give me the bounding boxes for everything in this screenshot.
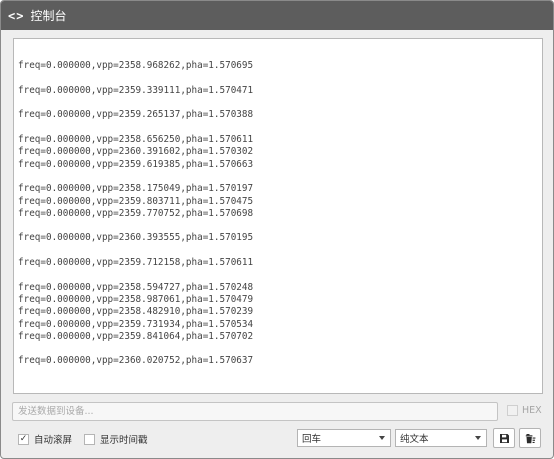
chevron-down-icon: [379, 436, 385, 440]
window-title: 控制台: [30, 9, 67, 23]
hex-label: HEX: [522, 405, 542, 416]
console-lines: freq=0.000000,vpp=2358.968262,pha=1.5706…: [14, 39, 542, 368]
console-line: freq=0.000000,vpp=2359.731934,pha=1.5705…: [18, 318, 254, 330]
code-icon: <>: [8, 8, 25, 23]
timestamp-checkbox[interactable]: [84, 433, 95, 445]
encoding-value: 纯文本: [400, 434, 429, 445]
console-line: freq=0.000000,vpp=2360.393555,pha=1.5701…: [18, 232, 254, 244]
encoding-select[interactable]: 纯文本: [395, 429, 487, 447]
auto-scroll-checkbox[interactable]: ✓: [18, 433, 29, 445]
hex-checkbox[interactable]: [507, 405, 518, 416]
console-window: <> 控制台 freq=0.000000,vpp=2358.968262,pha…: [0, 0, 554, 459]
console-line: freq=0.000000,vpp=2358.656250,pha=1.5706…: [18, 134, 254, 146]
console-line: freq=0.000000,vpp=2360.391602,pha=1.5703…: [18, 146, 254, 158]
console-line: freq=0.000000,vpp=2358.594727,pha=1.5702…: [18, 281, 254, 293]
console-line: freq=0.000000,vpp=2359.770752,pha=1.5706…: [18, 207, 254, 219]
console-line: freq=0.000000,vpp=2358.987061,pha=1.5704…: [18, 293, 254, 305]
console-line: freq=0.000000,vpp=2358.968262,pha=1.5706…: [18, 60, 254, 72]
console-line: freq=0.000000,vpp=2358.175049,pha=1.5701…: [18, 183, 254, 195]
clear-button[interactable]: [519, 428, 541, 448]
auto-scroll-label: 自动滚屏: [34, 435, 73, 446]
auto-scroll-option[interactable]: ✓ 自动滚屏: [18, 432, 72, 446]
console-output[interactable]: freq=0.000000,vpp=2358.968262,pha=1.5706…: [13, 38, 543, 394]
console-line: freq=0.000000,vpp=2359.339111,pha=1.5704…: [18, 84, 254, 96]
line-ending-value: 回车: [302, 434, 322, 445]
console-line: freq=0.000000,vpp=2359.712158,pha=1.5706…: [18, 257, 254, 269]
console-line: freq=0.000000,vpp=2359.803711,pha=1.5704…: [18, 195, 254, 207]
save-icon: [499, 433, 509, 443]
console-line: freq=0.000000,vpp=2359.265137,pha=1.5703…: [18, 109, 254, 121]
console-line: freq=0.000000,vpp=2359.841064,pha=1.5707…: [18, 330, 254, 342]
chevron-down-icon: [475, 436, 481, 440]
hex-toggle[interactable]: HEX: [507, 405, 542, 416]
clear-icon: [525, 433, 535, 443]
line-ending-select[interactable]: 回车: [297, 429, 391, 447]
console-line: freq=0.000000,vpp=2359.619385,pha=1.5706…: [18, 158, 254, 170]
titlebar: <> 控制台: [1, 1, 553, 30]
console-line: freq=0.000000,vpp=2360.020752,pha=1.5706…: [18, 355, 254, 367]
timestamp-option[interactable]: 显示时间戳: [84, 432, 148, 446]
save-button[interactable]: [493, 428, 515, 448]
timestamp-label: 显示时间戳: [100, 435, 148, 446]
send-data-input[interactable]: [12, 402, 498, 421]
console-line: freq=0.000000,vpp=2358.482910,pha=1.5702…: [18, 306, 254, 318]
